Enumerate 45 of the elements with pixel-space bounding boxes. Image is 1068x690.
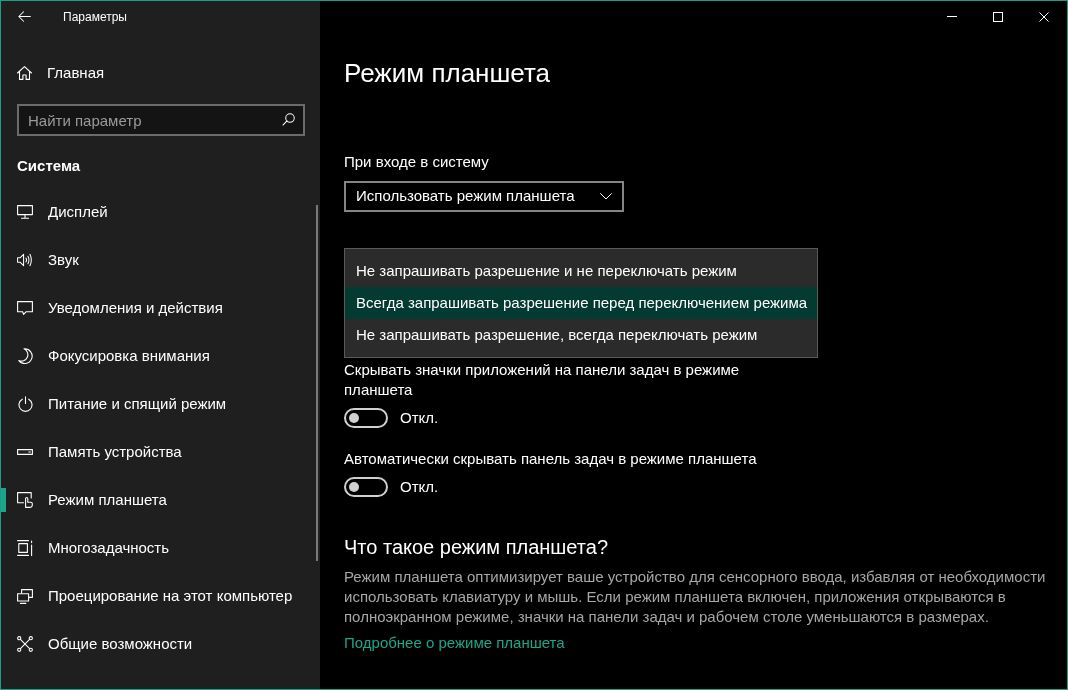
sidebar-item[interactable]: Проецирование на этот компьютер [1,572,320,620]
toggle-switch[interactable] [344,408,388,428]
toggle-switch[interactable] [344,477,388,497]
minimize-icon [947,16,957,17]
sidebar-item[interactable]: Дисплей [1,188,320,236]
speech-bubble-icon [17,301,33,315]
home-nav-item[interactable]: Главная [1,49,320,97]
setting-label: Скрывать значки приложений на панели задач в режиме планшета [344,360,741,400]
sidebar-item[interactable]: Фокусировка внимания [1,332,320,380]
learn-more-link[interactable]: Подробнее о режиме планшета [344,633,565,653]
maximize-icon [993,11,1003,22]
moon-icon [17,348,33,364]
sidebar-item[interactable]: Многозадачность [1,524,320,572]
search-field[interactable]: Найти параметр [17,104,305,136]
connected-nodes-icon [17,636,33,652]
search-icon [282,113,295,126]
scrollbar-thumb[interactable] [316,205,318,561]
home-icon [17,66,32,80]
sidebar-item[interactable]: Уведомления и действия [1,284,320,332]
toggle-state-label: Откл. [400,408,439,428]
page-title: Режим планшета [344,57,550,90]
sidebar-item[interactable]: Общие возможности [1,620,320,668]
sidebar-item[interactable]: Звук [1,236,320,284]
storage-bar-icon [17,449,33,455]
projector-screens-icon [17,588,33,604]
sidebar-item[interactable]: Режим планшета [1,476,320,524]
section-title: Система [17,156,82,176]
monitor-icon [17,205,33,219]
sidebar-item[interactable]: Память устройства [1,428,320,476]
chevron-down-icon [600,193,612,200]
power-icon [17,396,33,412]
arrow-left-icon [18,11,31,22]
close-icon [1039,11,1049,22]
multitasking-icon [17,540,33,556]
dropdown[interactable]: Использовать режим планшета [344,181,624,212]
setting-label: При входе в систему [344,152,489,172]
section-heading: Что такое режим планшета? [344,535,608,560]
sidebar-item[interactable]: Питание и спящий режим [1,380,320,428]
dropdown-option[interactable]: Всегда запрашивать разрешение перед переключением режима [345,287,817,319]
toggle-state-label: Откл. [400,477,439,497]
speaker-icon [17,253,33,267]
window-title: Параметры [63,8,127,26]
setting-label: Автоматически скрывать панель задач в режиме планшета [344,449,757,469]
tablet-touch-icon [17,492,33,508]
description-paragraph: Режим планшета оптимизирует ваше устройство для сенсорного ввода, избавляя от необходимости использовать клавиатуру и мышь. Если режим планшета включен, приложения открываются в полноэкранном режиме, значки на панели задач и рабочем столе уменьшаются в размерах. [344,567,1047,627]
